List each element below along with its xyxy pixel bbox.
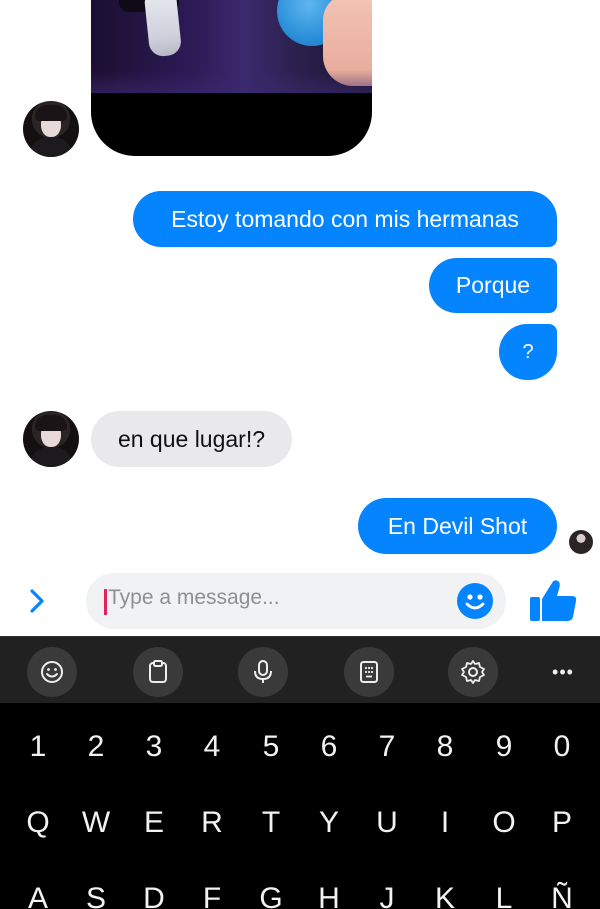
more-icon: ••• xyxy=(552,661,574,682)
contact-avatar[interactable] xyxy=(23,101,79,157)
key[interactable]: F xyxy=(183,869,241,909)
photo-shoe xyxy=(143,0,183,58)
keyboard: 1 2 3 4 5 6 7 8 9 0 Q W E R T Y U I O P … xyxy=(0,703,600,909)
key[interactable]: 4 xyxy=(183,717,241,777)
key[interactable]: 7 xyxy=(358,717,416,777)
like-button[interactable] xyxy=(526,577,580,625)
avatar-coat xyxy=(29,137,73,157)
avatar-hair xyxy=(35,415,67,431)
key[interactable]: 6 xyxy=(300,717,358,777)
chat-thread: Estoy tomando con mis hermanas Porque ? … xyxy=(0,0,600,564)
key[interactable]: R xyxy=(183,793,241,853)
message-outgoing[interactable]: Estoy tomando con mis hermanas xyxy=(133,191,557,247)
avatar-hair xyxy=(35,105,67,121)
keyboard-toolbar: ••• xyxy=(0,636,600,703)
key[interactable]: 0 xyxy=(533,717,591,777)
seen-receipt-avatar xyxy=(569,530,593,554)
keyboard-voice-button[interactable] xyxy=(238,647,288,697)
key[interactable]: Ñ xyxy=(533,869,591,909)
keyboard-row-qwerty: Q W E R T Y U I O P xyxy=(0,793,600,853)
thumbs-up-icon xyxy=(530,580,577,621)
key[interactable]: 3 xyxy=(125,717,183,777)
smiley-icon xyxy=(465,594,485,610)
settings-icon xyxy=(461,660,485,684)
chevron-right-icon xyxy=(30,589,44,613)
key[interactable]: U xyxy=(358,793,416,853)
key[interactable]: 2 xyxy=(67,717,125,777)
key[interactable]: 9 xyxy=(475,717,533,777)
key[interactable]: E xyxy=(125,793,183,853)
key[interactable]: D xyxy=(125,869,183,909)
key[interactable]: T xyxy=(242,793,300,853)
keyboard-emoji-button[interactable] xyxy=(27,647,77,697)
keyboard-keypad-button[interactable] xyxy=(344,647,394,697)
keyboard-settings-button[interactable] xyxy=(448,647,498,697)
key[interactable]: J xyxy=(358,869,416,909)
key[interactable]: I xyxy=(416,793,474,853)
keyboard-clipboard-button[interactable] xyxy=(133,647,183,697)
message-incoming[interactable]: en que lugar!? xyxy=(91,411,292,467)
text-cursor xyxy=(104,589,107,615)
key[interactable]: Y xyxy=(300,793,358,853)
key[interactable]: 8 xyxy=(416,717,474,777)
shared-photo[interactable] xyxy=(91,0,372,156)
keyboard-more-button[interactable]: ••• xyxy=(538,647,588,697)
key[interactable]: S xyxy=(67,869,125,909)
keypad-icon xyxy=(360,661,378,683)
message-outgoing[interactable]: Porque xyxy=(429,258,557,313)
key[interactable]: H xyxy=(300,869,358,909)
key[interactable]: 1 xyxy=(9,717,67,777)
emoji-icon xyxy=(41,661,63,683)
key[interactable]: 5 xyxy=(242,717,300,777)
key[interactable]: L xyxy=(475,869,533,909)
avatar-coat xyxy=(29,447,73,467)
key[interactable]: P xyxy=(533,793,591,853)
message-outgoing[interactable]: En Devil Shot xyxy=(358,498,557,554)
photo-content xyxy=(91,0,372,93)
microphone-icon xyxy=(254,660,272,683)
keyboard-row-asdf: A S D F G H J K L Ñ xyxy=(0,869,600,909)
key[interactable]: O xyxy=(475,793,533,853)
expand-actions-button[interactable] xyxy=(22,586,52,616)
message-composer: Type a message... xyxy=(0,564,600,636)
emoji-button[interactable] xyxy=(457,583,493,619)
message-input-placeholder: Type a message... xyxy=(108,586,280,609)
key[interactable]: G xyxy=(242,869,300,909)
key[interactable]: K xyxy=(416,869,474,909)
key[interactable]: A xyxy=(9,869,67,909)
message-outgoing[interactable]: ? xyxy=(499,324,557,380)
contact-avatar[interactable] xyxy=(23,411,79,467)
keyboard-row-numbers: 1 2 3 4 5 6 7 8 9 0 xyxy=(0,717,600,777)
clipboard-icon xyxy=(149,660,167,683)
photo-floor xyxy=(91,70,372,93)
key[interactable]: W xyxy=(67,793,125,853)
key[interactable]: Q xyxy=(9,793,67,853)
